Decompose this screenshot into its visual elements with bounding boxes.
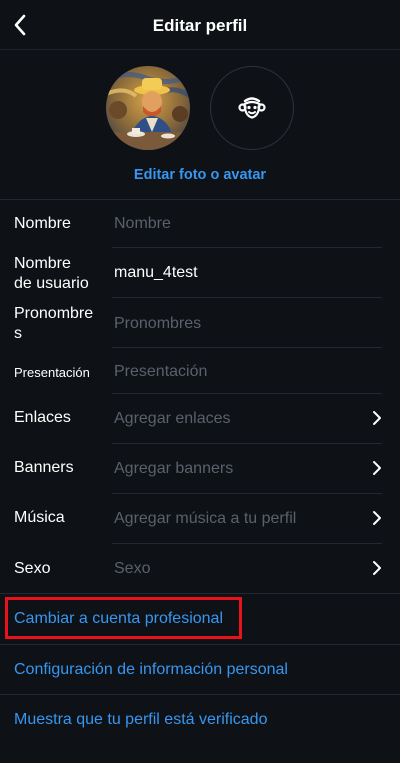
field-label-line2: s <box>14 325 22 342</box>
field-label: Banners <box>14 459 74 476</box>
monkey-face-icon <box>238 97 266 119</box>
link-label: Muestra que tu perfil está verificado <box>14 711 268 728</box>
top-bar: Editar perfil <box>0 0 400 50</box>
field-label: Nombre <box>14 215 71 232</box>
bio-input[interactable]: Presentación <box>114 362 207 382</box>
field-label: Enlaces <box>14 409 71 426</box>
field-label-line2: de usuario <box>14 275 89 292</box>
verify-profile-link[interactable]: Muestra que tu perfil está verificado <box>0 695 400 745</box>
personal-info-settings-link[interactable]: Configuración de información personal <box>0 645 400 695</box>
chevron-right-icon <box>373 461 381 475</box>
field-gender[interactable]: Sexo Sexo <box>0 544 400 594</box>
field-label: Sexo <box>14 560 51 577</box>
field-label: Nombre <box>14 255 71 272</box>
links-value: Agregar enlaces <box>114 410 231 427</box>
edit-photo-link[interactable]: Editar foto o avatar <box>0 167 400 183</box>
field-links[interactable]: Enlaces Agregar enlaces <box>0 394 400 444</box>
chevron-right-icon <box>373 511 381 525</box>
chevron-right-icon <box>373 411 381 425</box>
pronouns-input[interactable]: Pronombres <box>114 314 201 334</box>
avatar-button[interactable] <box>210 66 294 150</box>
field-name: Nombre Nombre <box>0 200 400 248</box>
field-label: Música <box>14 509 65 526</box>
field-banners[interactable]: Banners Agregar banners <box>0 444 400 494</box>
field-bio: Presentación Presentación <box>0 348 400 394</box>
profile-photo-image <box>106 66 190 150</box>
link-label: Configuración de información personal <box>14 661 288 678</box>
avatar-row <box>0 66 400 150</box>
chevron-right-icon <box>373 561 381 575</box>
music-value: Agregar música a tu perfil <box>114 510 297 527</box>
field-username: Nombre de usuario manu_4test <box>0 248 400 298</box>
username-input[interactable]: manu_4test <box>114 263 198 283</box>
name-input[interactable]: Nombre <box>114 214 171 234</box>
field-label: Pronombre <box>14 305 94 322</box>
banners-value: Agregar banners <box>114 460 234 477</box>
field-music[interactable]: Música Agregar música a tu perfil <box>0 494 400 544</box>
field-pronouns: Pronombre s Pronombres <box>0 298 400 348</box>
page-title: Editar perfil <box>152 16 248 35</box>
highlight-annotation <box>5 597 242 639</box>
field-label: Presentación <box>14 365 90 380</box>
profile-photo[interactable] <box>106 66 190 150</box>
gender-value: Sexo <box>114 560 151 577</box>
